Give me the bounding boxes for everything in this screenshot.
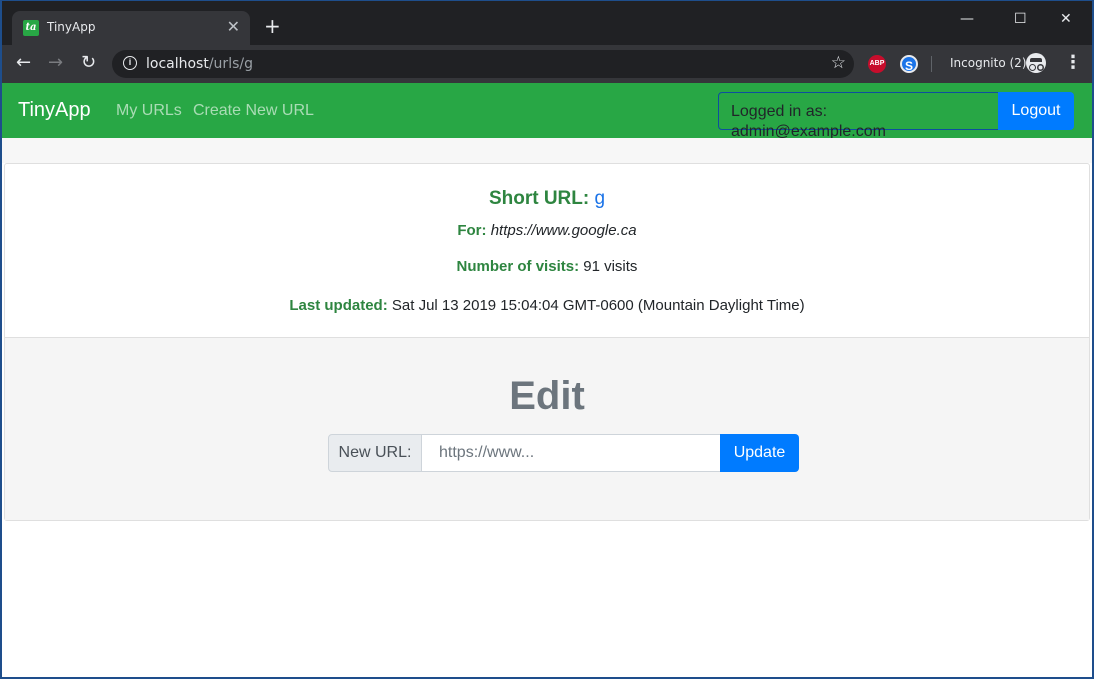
visits-label: Number of visits: xyxy=(456,258,580,275)
short-url-line: Short URL: g xyxy=(5,188,1089,210)
url-details: Short URL: g For: https://www.google.ca … xyxy=(5,164,1089,337)
page-header-strip xyxy=(2,138,1092,163)
url-card: Short URL: g For: https://www.google.ca … xyxy=(4,163,1090,521)
maximize-icon[interactable]: ☐ xyxy=(1014,11,1027,27)
adblock-extension-icon[interactable]: ABP xyxy=(868,55,886,73)
logged-in-status: Logged in as: admin@example.com xyxy=(718,92,999,140)
forward-arrow-icon[interactable]: → xyxy=(48,53,63,73)
tab-close-icon[interactable]: ✕ xyxy=(227,19,240,35)
more-menu-icon[interactable]: ⋮ xyxy=(1064,53,1082,73)
address-bar[interactable]: i localhost/urls/g ☆ xyxy=(112,50,854,78)
browser-window: ta TinyApp ✕ + — ☐ ✕ ← → ↻ i localhost/u… xyxy=(2,1,1092,677)
long-url-line: For: https://www.google.ca xyxy=(5,222,1089,239)
back-arrow-icon[interactable]: ← xyxy=(16,53,31,73)
new-url-input[interactable] xyxy=(421,434,721,472)
visits-value: 91 visits xyxy=(583,258,638,275)
short-url-label: Short URL: xyxy=(488,188,590,209)
nav-link-create-new-url[interactable]: Create New URL xyxy=(193,102,314,120)
for-label: For: xyxy=(457,222,487,239)
toolbar-divider xyxy=(931,56,932,72)
last-updated-label: Last updated: xyxy=(289,297,388,314)
nav-link-my-urls[interactable]: My URLs xyxy=(116,102,182,120)
browser-tab[interactable]: ta TinyApp ✕ xyxy=(12,11,250,45)
last-updated-line: Last updated: Sat Jul 13 2019 15:04:04 G… xyxy=(5,297,1089,314)
new-url-label: New URL: xyxy=(328,434,422,472)
edit-url-form: New URL: Update xyxy=(328,434,799,472)
edit-heading: Edit xyxy=(509,374,585,418)
long-url-value: https://www.google.ca xyxy=(490,222,637,239)
visits-line: Number of visits: 91 visits xyxy=(5,258,1089,275)
last-updated-value: Sat Jul 13 2019 15:04:04 GMT-0600 (Mount… xyxy=(391,297,805,314)
url-text: localhost/urls/g xyxy=(146,56,253,72)
navbar-brand[interactable]: TinyApp xyxy=(18,99,91,122)
url-path: /urls/g xyxy=(208,56,253,72)
incognito-label[interactable]: Incognito (2) xyxy=(950,56,1027,70)
reload-icon[interactable]: ↻ xyxy=(81,53,96,73)
tab-title: TinyApp xyxy=(47,20,96,34)
bookmark-star-icon[interactable]: ☆ xyxy=(831,53,846,73)
short-url-link[interactable]: g xyxy=(594,188,605,209)
url-host: localhost xyxy=(146,56,209,72)
close-window-icon[interactable]: ✕ xyxy=(1060,11,1072,27)
browser-toolbar: ← → ↻ i localhost/urls/g ☆ ABP S Incogni… xyxy=(2,45,1092,83)
logout-button[interactable]: Logout xyxy=(998,92,1074,130)
favicon-icon: ta xyxy=(23,20,39,36)
title-bar: ta TinyApp ✕ + — ☐ ✕ xyxy=(2,1,1092,45)
extension-s-icon[interactable]: S xyxy=(900,55,918,73)
update-button[interactable]: Update xyxy=(720,434,799,472)
minimize-icon[interactable]: — xyxy=(960,11,974,27)
app-navbar: TinyApp My URLs Create New URL Logged in… xyxy=(2,83,1092,140)
incognito-icon[interactable] xyxy=(1026,53,1046,73)
new-tab-button[interactable]: + xyxy=(264,16,281,36)
edit-section: Edit New URL: Update xyxy=(5,337,1089,520)
info-icon[interactable]: i xyxy=(123,56,137,70)
